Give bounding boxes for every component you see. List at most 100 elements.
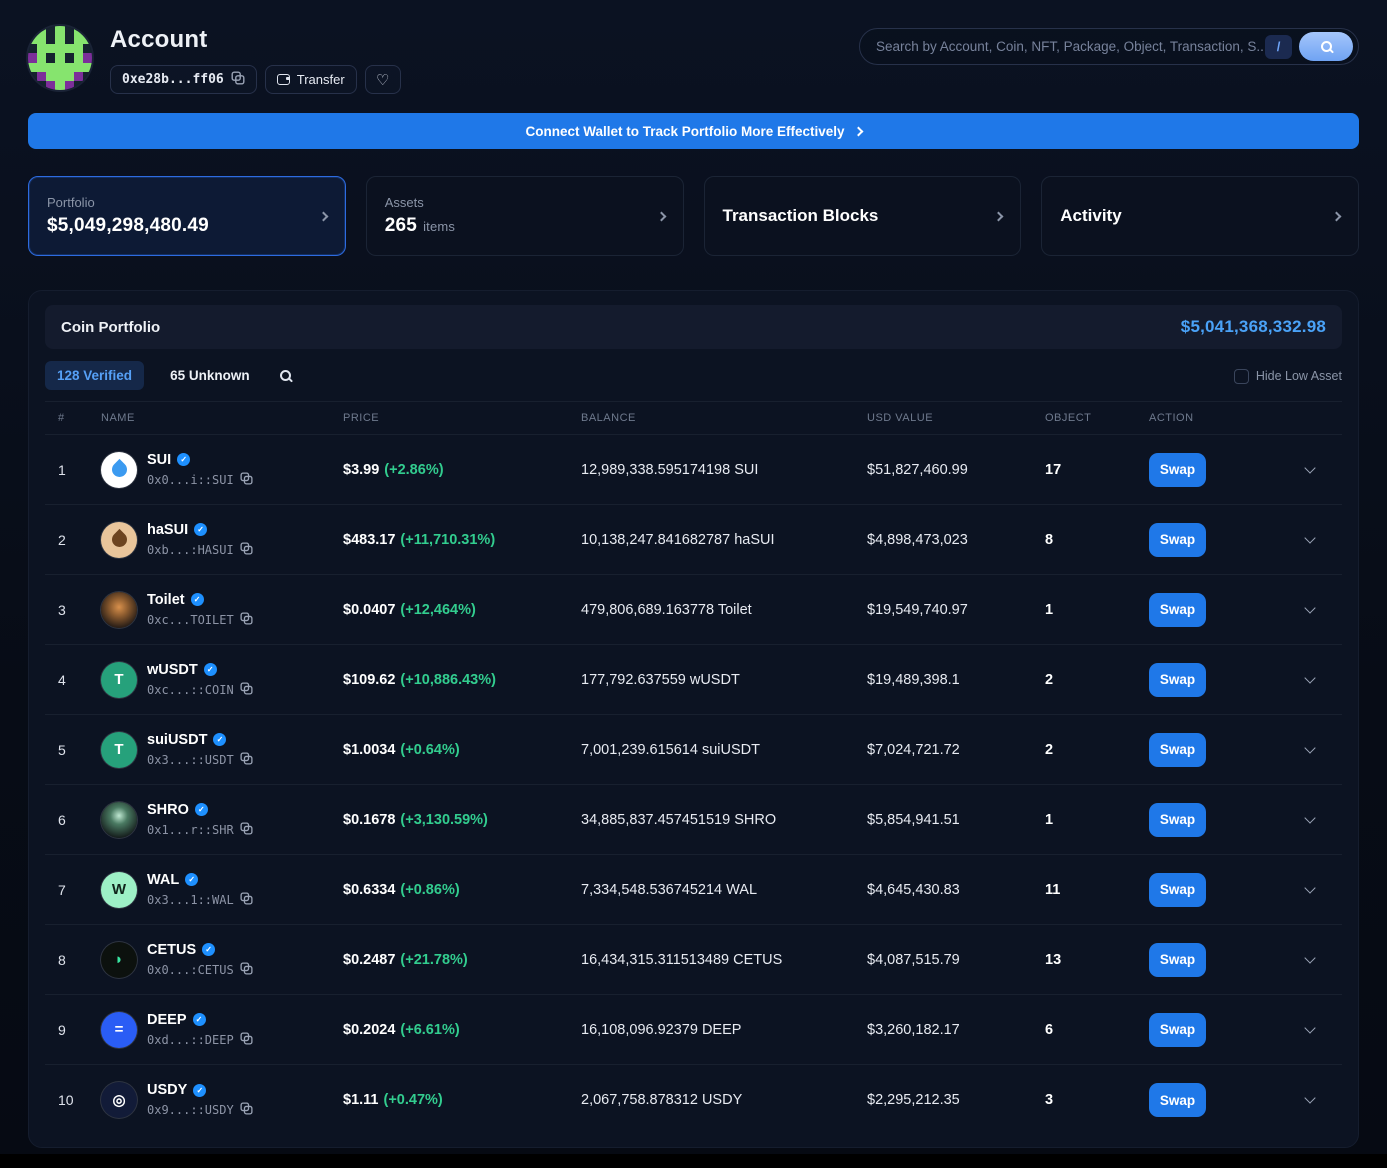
portfolio-search-icon[interactable] xyxy=(280,369,291,384)
usdy-coin-icon: ◎ xyxy=(101,1082,137,1118)
swap-button[interactable]: Swap xyxy=(1149,803,1206,837)
chevron-down-icon[interactable] xyxy=(1304,812,1315,823)
coin-table-body: 1 SUI ✓ 0x0...i::SUI xyxy=(45,435,1342,1135)
swap-button[interactable]: Swap xyxy=(1149,733,1206,767)
verified-badge-icon: ✓ xyxy=(191,593,204,606)
col-usd-value: USD VALUE xyxy=(867,412,1045,424)
account-chips: 0xe28b...ff06 Transfer ♡ xyxy=(110,65,401,94)
coin-object-count: 2 xyxy=(1045,742,1149,758)
coin-price: $1.0034 xyxy=(343,742,395,758)
coin-object-count: 8 xyxy=(1045,532,1149,548)
chevron-down-icon[interactable] xyxy=(1304,1092,1315,1103)
swap-button[interactable]: Swap xyxy=(1149,873,1206,907)
tab-65-unknown[interactable]: 65 Unknown xyxy=(158,361,262,390)
swap-button[interactable]: Swap xyxy=(1149,593,1206,627)
account-avatar xyxy=(28,26,92,90)
transaction-blocks-card[interactable]: Transaction Blocks xyxy=(704,176,1022,256)
tab-128-verified[interactable]: 128 Verified xyxy=(45,361,144,390)
coin-portfolio-header: Coin Portfolio $5,041,368,332.98 xyxy=(45,305,1342,349)
coin-portfolio-total: $5,041,368,332.98 xyxy=(1181,317,1326,337)
swap-button[interactable]: Swap xyxy=(1149,943,1206,977)
coin-object-count: 6 xyxy=(1045,1022,1149,1038)
wallet-icon xyxy=(277,74,290,85)
copy-icon[interactable] xyxy=(240,682,253,698)
copy-icon[interactable] xyxy=(240,822,253,838)
coin-object-count: 17 xyxy=(1045,462,1149,478)
heart-icon: ♡ xyxy=(376,71,389,89)
coin-price-change: (+6.61%) xyxy=(400,1022,459,1038)
suiusdt-coin-icon: T xyxy=(101,732,137,768)
page-title: Account xyxy=(110,26,401,54)
table-row: 2 haSUI ✓ 0xb...:HASUI xyxy=(45,505,1342,575)
search-button[interactable] xyxy=(1299,32,1353,61)
coin-usd-value: $4,645,430.83 xyxy=(867,882,1045,898)
coin-object-count: 1 xyxy=(1045,602,1149,618)
coin-price: $3.99 xyxy=(343,462,379,478)
copy-icon[interactable] xyxy=(240,892,253,908)
swap-button[interactable]: Swap xyxy=(1149,1013,1206,1047)
coin-address: 0x0...:CETUS xyxy=(147,963,234,977)
copy-icon[interactable] xyxy=(231,71,245,88)
table-row: 4 T wUSDT ✓ 0xc...::COIN xyxy=(45,645,1342,715)
copy-icon[interactable] xyxy=(240,612,253,628)
coin-price: $0.0407 xyxy=(343,602,395,618)
assets-card[interactable]: Assets 265items xyxy=(366,176,684,256)
chevron-down-icon[interactable] xyxy=(1304,742,1315,753)
portfolio-card[interactable]: Portfolio $5,049,298,480.49 xyxy=(28,176,346,256)
search-icon xyxy=(1321,41,1332,52)
sui-coin-icon xyxy=(101,452,137,488)
row-index: 5 xyxy=(58,742,101,758)
swap-button[interactable]: Swap xyxy=(1149,453,1206,487)
coin-table-header: # NAME PRICE BALANCE USD VALUE OBJECT AC… xyxy=(45,401,1342,435)
chevron-down-icon[interactable] xyxy=(1304,882,1315,893)
coin-balance: 16,108,096.92379 DEEP xyxy=(581,1022,867,1038)
coin-name: DEEP xyxy=(147,1012,187,1028)
coin-address: 0x1...r::SHR xyxy=(147,823,234,837)
coin-balance: 479,806,689.163778 Toilet xyxy=(581,602,867,618)
connect-wallet-label: Connect Wallet to Track Portfolio More E… xyxy=(525,124,844,139)
search-icon xyxy=(280,370,291,381)
transfer-button[interactable]: Transfer xyxy=(265,65,357,94)
swap-button[interactable]: Swap xyxy=(1149,523,1206,557)
row-index: 2 xyxy=(58,532,101,548)
transaction-blocks-label: Transaction Blocks xyxy=(723,206,879,226)
copy-icon[interactable] xyxy=(240,1102,253,1118)
chevron-down-icon[interactable] xyxy=(1304,462,1315,473)
chevron-down-icon[interactable] xyxy=(1304,532,1315,543)
hasui-coin-icon xyxy=(101,522,137,558)
col-price: PRICE xyxy=(343,412,581,424)
chevron-right-icon xyxy=(853,126,863,136)
coin-balance: 12,989,338.595174198 SUI xyxy=(581,462,867,478)
activity-label: Activity xyxy=(1060,206,1121,226)
coin-price-change: (+12,464%) xyxy=(400,602,475,618)
hide-low-asset-checkbox[interactable] xyxy=(1234,369,1249,384)
coin-name: Toilet xyxy=(147,592,185,608)
search-input[interactable] xyxy=(876,39,1265,54)
coin-price-change: (+11,710.31%) xyxy=(400,532,495,548)
portfolio-card-label: Portfolio xyxy=(47,195,209,210)
copy-icon[interactable] xyxy=(240,1032,253,1048)
copy-icon[interactable] xyxy=(240,752,253,768)
chevron-down-icon[interactable] xyxy=(1304,1022,1315,1033)
row-index: 4 xyxy=(58,672,101,688)
coin-object-count: 11 xyxy=(1045,882,1149,898)
copy-icon[interactable] xyxy=(240,472,253,488)
coin-name: SUI xyxy=(147,452,171,468)
chevron-down-icon[interactable] xyxy=(1304,672,1315,683)
connect-wallet-banner[interactable]: Connect Wallet to Track Portfolio More E… xyxy=(28,113,1359,149)
coin-address: 0xc...::COIN xyxy=(147,683,234,697)
swap-button[interactable]: Swap xyxy=(1149,1083,1206,1117)
activity-card[interactable]: Activity xyxy=(1041,176,1359,256)
copy-icon[interactable] xyxy=(240,962,253,978)
chevron-down-icon[interactable] xyxy=(1304,952,1315,963)
swap-button[interactable]: Swap xyxy=(1149,663,1206,697)
favorite-button[interactable]: ♡ xyxy=(365,65,401,94)
coin-portfolio-panel: Coin Portfolio $5,041,368,332.98 128 Ver… xyxy=(28,290,1359,1148)
verified-badge-icon: ✓ xyxy=(195,803,208,816)
verified-badge-icon: ✓ xyxy=(194,523,207,536)
copy-icon[interactable] xyxy=(240,542,253,558)
chevron-down-icon[interactable] xyxy=(1304,602,1315,613)
coin-usd-value: $3,260,182.17 xyxy=(867,1022,1045,1038)
coin-balance: 177,792.637559 wUSDT xyxy=(581,672,867,688)
address-chip[interactable]: 0xe28b...ff06 xyxy=(110,65,257,94)
